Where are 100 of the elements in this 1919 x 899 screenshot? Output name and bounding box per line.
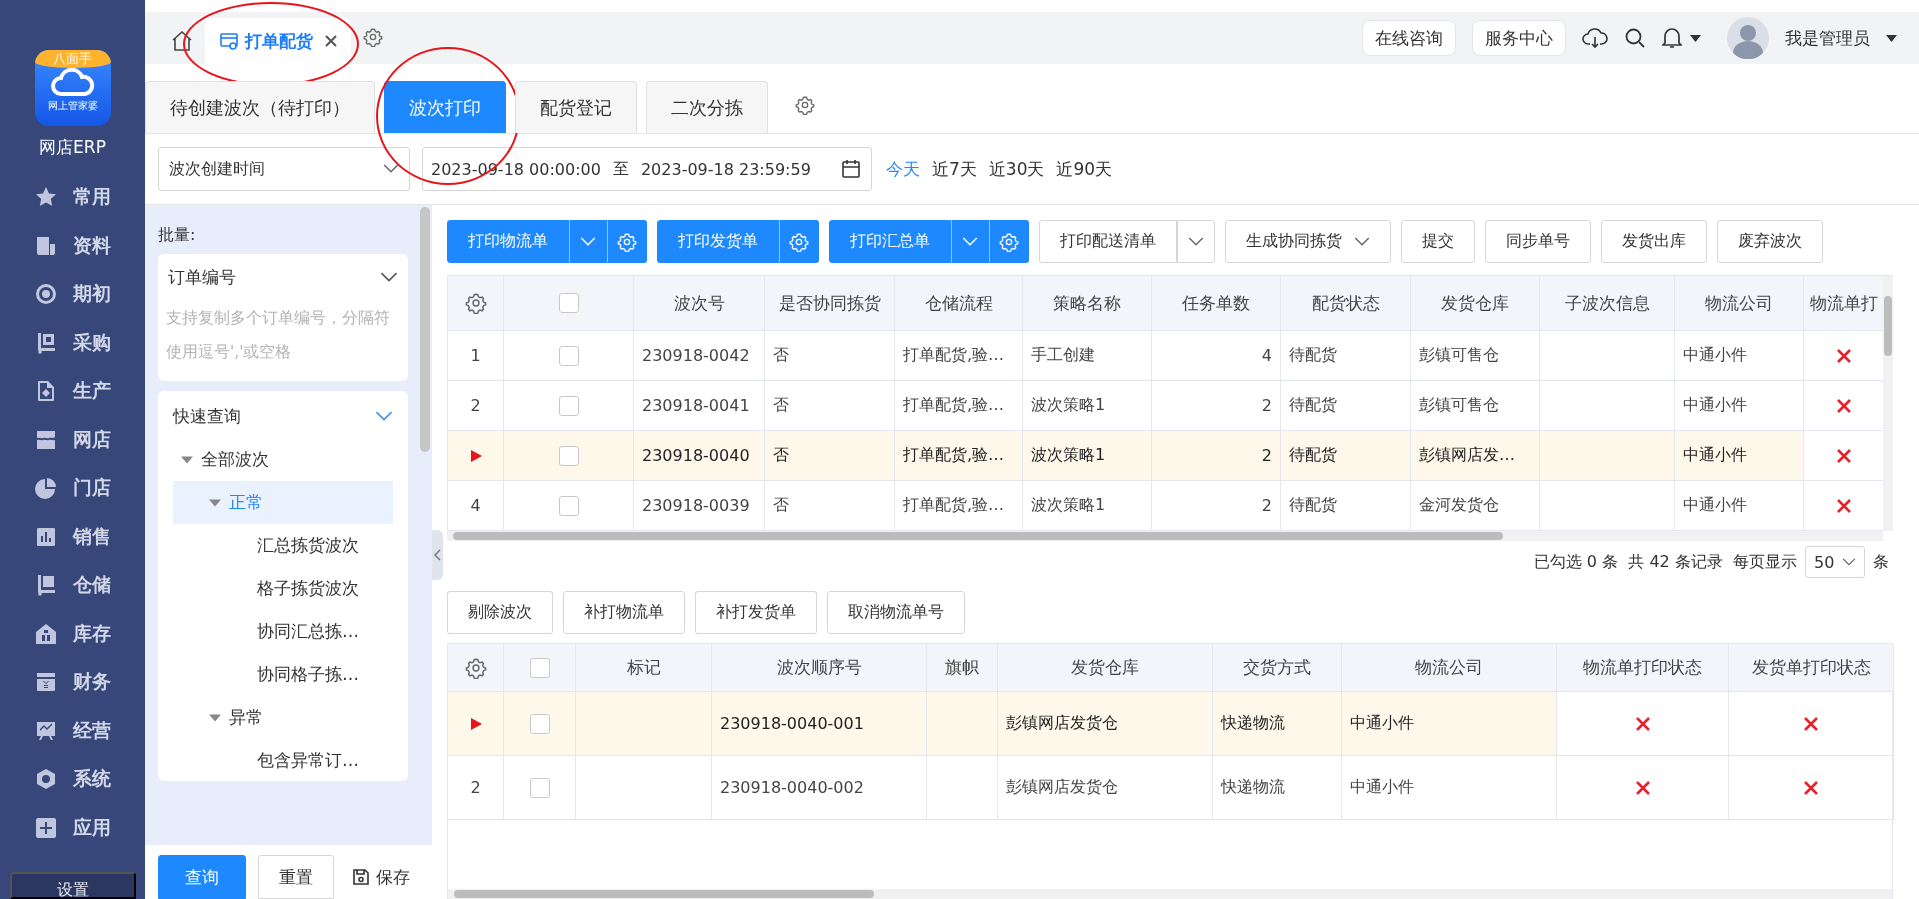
nav-item[interactable]: 销售 — [34, 512, 111, 561]
settings-icon[interactable] — [464, 656, 487, 679]
tree-item[interactable]: 全部波次 — [173, 438, 393, 481]
collapse-handle[interactable] — [432, 530, 443, 580]
bell-icon[interactable] — [1662, 27, 1682, 49]
caret-icon — [1354, 236, 1370, 247]
toolbar-button[interactable]: 同步单号 — [1485, 220, 1591, 263]
table-cell: 快递物流 — [1213, 692, 1342, 756]
collapse-arrow-icon[interactable] — [209, 497, 221, 508]
header-link[interactable]: 在线咨询 — [1362, 20, 1456, 56]
print-settings-button[interactable] — [607, 220, 647, 263]
scrollbar[interactable] — [1883, 276, 1893, 531]
header-link[interactable]: 服务中心 — [1472, 20, 1566, 56]
row-checkbox[interactable] — [558, 495, 579, 516]
row-checkbox[interactable] — [529, 713, 550, 734]
nav-item[interactable]: 经营 — [34, 706, 111, 755]
toolbar-button[interactable]: 补打物流单 — [563, 591, 685, 634]
nav-item[interactable]: 门店 — [34, 464, 111, 513]
toolbar-button[interactable]: 打印配送清单 — [1039, 220, 1177, 263]
toolbar-button[interactable]: 发货出库 — [1601, 220, 1707, 263]
collapse-arrow-icon[interactable] — [209, 712, 221, 723]
table-cell: 打单配货,验… — [895, 431, 1023, 481]
toolbar-button[interactable]: 取消物流单号 — [827, 591, 965, 634]
settings-icon[interactable] — [795, 95, 815, 115]
tree-item[interactable]: 协同格子拣… — [173, 653, 393, 696]
avatar-icon[interactable] — [1727, 17, 1769, 59]
page-size-unit: 条 — [1873, 551, 1889, 573]
print-settings-button[interactable] — [779, 220, 819, 263]
caret-icon — [580, 236, 596, 247]
table-cell: 230918-0040-002 — [712, 756, 927, 820]
select-all-checkbox[interactable] — [558, 293, 579, 313]
collapse-arrow-icon[interactable] — [181, 454, 193, 465]
settings-button[interactable]: 设置 — [10, 872, 136, 899]
batch-input-field[interactable]: 支持复制多个订单编号，分隔符使用逗号','或空格 — [158, 301, 408, 381]
dropdown-button[interactable]: 生成协同拣货 — [1225, 220, 1391, 263]
date-range-link[interactable]: 近90天 — [1054, 157, 1115, 181]
date-range-link[interactable]: 今天 — [884, 157, 922, 181]
nav-item[interactable]: 生产 — [34, 367, 111, 416]
nav-item[interactable]: 常用 — [34, 173, 111, 222]
date-range-link[interactable]: 近7天 — [930, 157, 979, 181]
search-icon[interactable] — [1624, 27, 1646, 49]
caret-icon — [962, 236, 978, 247]
table-cell: 否 — [765, 331, 895, 381]
close-icon[interactable] — [325, 35, 337, 47]
cloud-download-icon[interactable] — [1582, 27, 1608, 49]
toolbar-button[interactable]: 提交 — [1401, 220, 1475, 263]
toolbar-button[interactable]: 废弃波次 — [1717, 220, 1823, 263]
table-cell: 彭镇网店发… — [1411, 431, 1540, 481]
nav-item[interactable]: 系统 — [34, 755, 111, 804]
select-all-checkbox[interactable] — [529, 657, 550, 678]
tab[interactable]: 配货登记 — [515, 81, 637, 133]
nav-item[interactable]: 资料 — [34, 221, 111, 270]
nav-item[interactable]: 仓储 — [34, 561, 111, 610]
scrollbar[interactable] — [448, 889, 1892, 899]
nav-item[interactable]: 库存 — [34, 609, 111, 658]
tab[interactable]: 待创建波次（待打印） — [145, 81, 375, 133]
tree-item[interactable]: 协同汇总拣… — [173, 610, 393, 653]
date-range-link[interactable]: 近30天 — [986, 157, 1047, 181]
page-tab[interactable]: 打单配货 — [205, 18, 351, 64]
batch-label: 批量: — [158, 225, 197, 246]
reset-button[interactable]: 重置 — [258, 855, 334, 899]
settings-icon[interactable] — [363, 27, 383, 47]
row-checkbox[interactable] — [558, 445, 579, 466]
nav-item[interactable]: 采购 — [34, 318, 111, 367]
nav-item[interactable]: 应用 — [34, 803, 111, 852]
row-checkbox[interactable] — [558, 395, 579, 416]
print-settings-button[interactable] — [989, 220, 1029, 263]
row-number: 2 — [470, 396, 481, 415]
table-cell: 2 — [1152, 431, 1281, 481]
wallet-icon — [34, 671, 57, 694]
column-header: 配货状态 — [1281, 276, 1411, 331]
scrollbar[interactable] — [420, 207, 430, 452]
tree-item[interactable]: 格子拣货波次 — [173, 567, 393, 610]
page-size-select[interactable]: 50 — [1805, 546, 1865, 578]
table-cell: 打单配货,验… — [895, 331, 1023, 381]
logo-badge-text: 八面手 — [34, 50, 111, 68]
settings-icon[interactable] — [464, 292, 487, 314]
date-type-select[interactable]: 波次创建时间 — [158, 147, 410, 191]
nav-item[interactable]: 财务 — [34, 658, 111, 707]
toolbar-button[interactable]: 剔除波次 — [447, 591, 553, 634]
tree-item[interactable]: 异常 — [173, 696, 393, 739]
caret-icon — [375, 411, 393, 422]
nav-item[interactable]: 期初 — [34, 270, 111, 319]
home-icon[interactable] — [171, 30, 193, 52]
dropdown-toggle[interactable] — [951, 220, 989, 263]
nav-item[interactable]: 网店 — [34, 415, 111, 464]
quick-query-header[interactable]: 快速查询 — [173, 401, 393, 432]
tab[interactable]: 二次分拣 — [646, 81, 768, 133]
calendar-icon — [841, 159, 861, 179]
row-checkbox[interactable] — [529, 777, 550, 798]
row-number: 1 — [470, 346, 481, 365]
dropdown-toggle[interactable] — [569, 220, 607, 263]
tree-item[interactable]: 汇总拣货波次 — [173, 524, 393, 567]
batch-type-select[interactable]: 订单编号 — [158, 254, 408, 301]
toolbar-button[interactable]: 补打发货单 — [695, 591, 817, 634]
pie-chart-icon — [34, 477, 57, 500]
row-checkbox[interactable] — [558, 345, 579, 366]
user-name[interactable]: 我是管理员 — [1785, 26, 1870, 50]
tree-item[interactable]: 包含异常订… — [173, 739, 393, 781]
scrollbar[interactable] — [447, 531, 1883, 541]
